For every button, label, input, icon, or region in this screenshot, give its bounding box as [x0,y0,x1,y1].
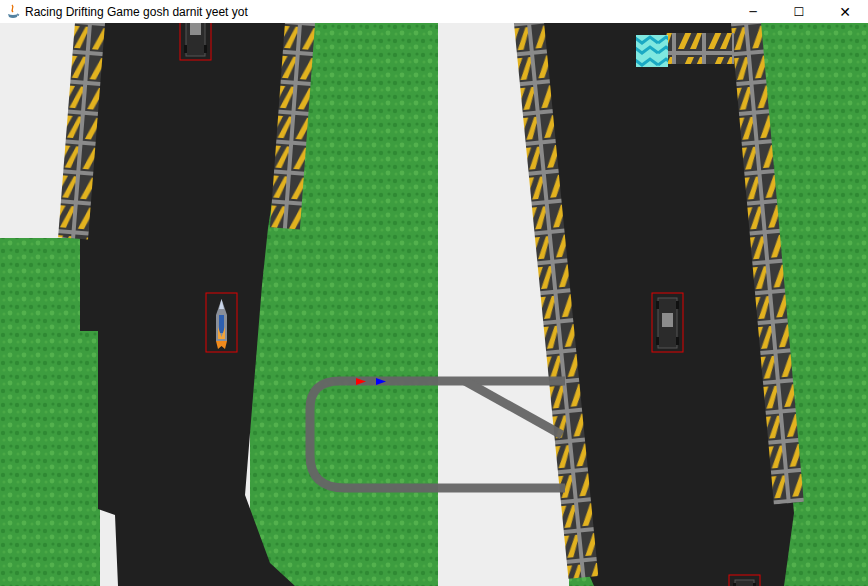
barrier [666,33,734,64]
player-2-view [438,23,868,586]
truck-car [652,293,683,352]
truck-car [729,575,760,586]
player-marker [376,378,386,385]
game-window: Racing Drifting Game gosh darnit yeet yo… [0,0,868,586]
close-button[interactable]: ✕ [822,0,868,23]
rocket-car [206,293,237,352]
title-bar: Racing Drifting Game gosh darnit yeet yo… [0,0,868,23]
java-icon [6,4,20,20]
barrier [58,23,105,240]
minimap [0,23,868,586]
truck-car [180,23,211,60]
window-title: Racing Drifting Game gosh darnit yeet yo… [25,5,730,19]
barrier [730,23,803,504]
window-controls: ─☐✕ [730,0,868,23]
player-marker [356,378,366,385]
road [80,23,300,586]
minimize-button[interactable]: ─ [730,0,776,23]
barrier [513,23,598,579]
maximize-button[interactable]: ☐ [776,0,822,23]
player-1-view [0,23,438,586]
boost-pad [636,35,668,67]
barrier [270,23,316,230]
game-canvas [0,23,868,586]
